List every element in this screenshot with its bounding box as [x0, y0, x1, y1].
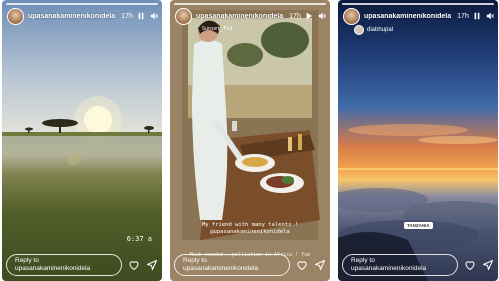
story-footer: Reply to upasanakaminenikonidela — [342, 253, 494, 277]
mention-row[interactable]: diabhupal — [354, 25, 393, 35]
heart-icon[interactable] — [296, 259, 308, 271]
reply-label: Reply to — [15, 257, 39, 264]
post-time: 17h — [121, 12, 133, 20]
story-footer: Reply to upasanakaminenikonidela — [6, 253, 158, 277]
avatar[interactable] — [343, 7, 360, 25]
story-header: upasanakaminenikonidela 17h — [7, 7, 158, 25]
send-icon[interactable] — [314, 259, 326, 271]
speaker-muted-icon[interactable] — [486, 12, 494, 20]
pause-icon[interactable] — [137, 12, 145, 20]
story-caption: My friend with many talents ! @upasanaka… — [170, 222, 330, 236]
send-icon[interactable] — [482, 259, 494, 271]
reply-username: upasanakaminenikonidela — [351, 265, 427, 272]
heart-icon[interactable] — [128, 259, 140, 271]
timestamp-overlay: 6:37 a — [126, 235, 152, 243]
username[interactable]: upasanakaminenikonidela — [28, 13, 115, 20]
story-card-2[interactable]: upasanakaminenikonidela 17h Sunset_Tid M… — [170, 0, 330, 281]
play-icon[interactable] — [305, 12, 313, 20]
story-progress-bar — [6, 3, 158, 5]
heart-icon[interactable] — [464, 259, 476, 271]
mention-avatar — [354, 25, 364, 35]
reply-input[interactable]: Reply to upasanakaminenikonidela — [342, 254, 458, 276]
story-progress-bar — [342, 3, 494, 5]
story-card-1[interactable]: upasanakaminenikonidela 17h 6:37 a Reply… — [2, 0, 162, 281]
dining-photo — [182, 10, 320, 240]
caption-line-1: My friend with many talents ! — [201, 222, 299, 228]
post-time: 17h — [289, 12, 301, 20]
sky-sunset-photo — [338, 124, 498, 281]
location-sticker: Sunset_Tid — [202, 26, 233, 32]
reply-input[interactable]: Reply to upasanakaminenikonidela — [6, 254, 122, 276]
reply-username: upasanakaminenikonidela — [183, 265, 259, 272]
speaker-muted-icon[interactable] — [318, 12, 326, 20]
reply-input[interactable]: Reply to upasanakaminenikonidela — [174, 254, 290, 276]
pause-icon[interactable] — [473, 12, 481, 20]
story-progress-bar — [174, 3, 326, 5]
speaker-muted-icon[interactable] — [150, 12, 158, 20]
username[interactable]: upasanakaminenikonidela — [364, 13, 451, 20]
story-header: upasanakaminenikonidela 17h — [343, 7, 494, 25]
reply-username: upasanakaminenikonidela — [15, 265, 91, 272]
username[interactable]: upasanakaminenikonidela — [196, 13, 283, 20]
caption-mention: @upasanakaminenikonidela — [210, 229, 290, 235]
avatar[interactable] — [175, 7, 192, 25]
post-time: 17h — [457, 12, 469, 20]
send-icon[interactable] — [146, 259, 158, 271]
reply-label: Reply to — [351, 257, 375, 264]
location-tag[interactable]: TANZANIA — [404, 222, 433, 229]
mention-username: diabhupal — [367, 27, 394, 33]
story-header: upasanakaminenikonidela 17h — [175, 7, 326, 25]
story-footer: Reply to upasanakaminenikonidela — [174, 253, 326, 277]
story-card-3[interactable]: upasanakaminenikonidela 17h diabhupal TA… — [338, 0, 498, 281]
reply-label: Reply to — [183, 257, 207, 264]
avatar[interactable] — [7, 7, 24, 25]
